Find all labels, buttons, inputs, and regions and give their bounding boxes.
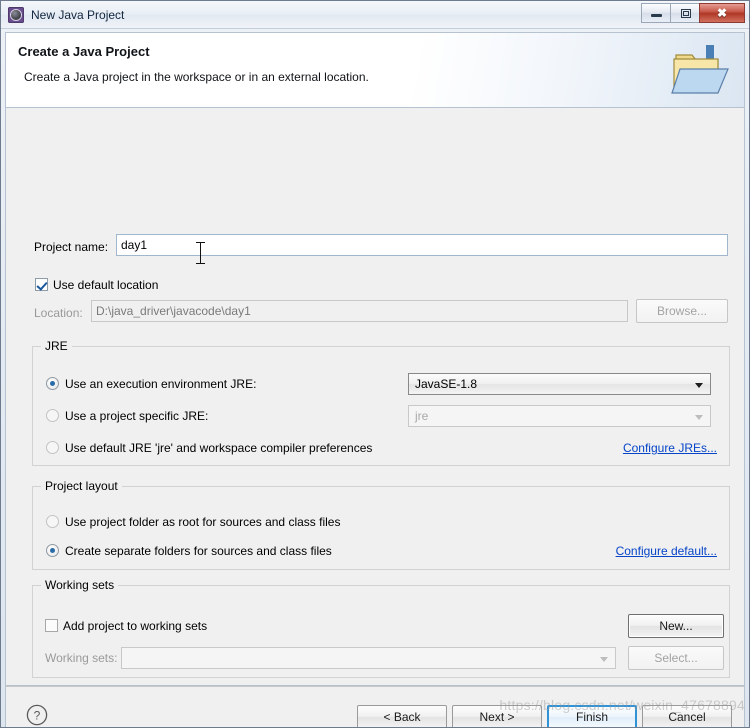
new-working-set-button[interactable]: New... [628, 614, 724, 638]
working-sets-combo[interactable] [121, 647, 616, 669]
page-title: Create a Java Project [18, 44, 150, 59]
radio-project-folder-root[interactable] [46, 515, 59, 528]
back-button[interactable]: < Back [357, 705, 447, 727]
page-description: Create a Java project in the workspace o… [24, 70, 369, 84]
project-name-label: Project name: [34, 240, 109, 254]
project-specific-jre-combo[interactable]: jre [408, 405, 711, 427]
radio-separate-folders[interactable] [46, 544, 59, 557]
execution-environment-combo[interactable]: JavaSE-1.8 [408, 373, 711, 395]
project-name-input[interactable] [116, 234, 728, 256]
chevron-down-icon [600, 657, 608, 662]
use-default-location-label: Use default location [53, 278, 159, 292]
svg-text:?: ? [34, 709, 41, 723]
location-label: Location: [34, 306, 83, 320]
project-layout-group: Project layout Use project folder as roo… [32, 479, 730, 570]
maximize-button[interactable] [670, 3, 699, 23]
add-project-to-working-sets-checkbox[interactable] [45, 619, 58, 632]
location-input[interactable] [91, 300, 628, 322]
radio-separate-folders-label: Create separate folders for sources and … [65, 544, 332, 558]
radio-project-specific-jre[interactable] [46, 409, 59, 422]
next-button[interactable]: Next > [452, 705, 542, 727]
window-title: New Java Project [31, 7, 125, 22]
chevron-down-icon [695, 383, 703, 388]
maximize-icon [681, 9, 691, 18]
select-working-set-button[interactable]: Select... [628, 646, 724, 670]
browse-button[interactable]: Browse... [636, 299, 728, 323]
add-project-to-working-sets-label: Add project to working sets [63, 619, 208, 633]
close-icon: ✖ [716, 6, 728, 20]
finish-button[interactable]: Finish [547, 705, 637, 727]
working-sets-group-title: Working sets [41, 578, 119, 592]
radio-default-jre-label: Use default JRE 'jre' and workspace comp… [65, 441, 373, 455]
help-icon[interactable]: ? [26, 704, 48, 726]
java-project-folder-icon [670, 41, 732, 101]
window-controls: ✖ [641, 3, 745, 23]
wizard-header: Create a Java Project Create a Java proj… [5, 32, 745, 108]
minimize-icon [651, 14, 662, 17]
configure-jres-link[interactable]: Configure JREs... [623, 441, 717, 455]
working-sets-group: Working sets Add project to working sets… [32, 578, 730, 678]
window-titlebar: New Java Project ✖ [1, 1, 749, 29]
wizard-body: Project name: Use default location Locat… [5, 108, 745, 712]
radio-execution-environment-jre[interactable] [46, 377, 59, 390]
jre-group: JRE Use an execution environment JRE: Ja… [32, 339, 730, 466]
working-sets-label: Working sets: [45, 651, 118, 665]
radio-execution-environment-jre-label: Use an execution environment JRE: [65, 377, 257, 391]
chevron-down-icon [695, 415, 703, 420]
dialog-footer: ? < Back Next > Finish Cancel [5, 686, 745, 727]
execution-environment-value: JavaSE-1.8 [415, 377, 478, 391]
close-button[interactable]: ✖ [699, 3, 745, 23]
jre-group-title: JRE [41, 339, 72, 353]
new-java-project-dialog: New Java Project ✖ Create a Java Project… [0, 0, 750, 728]
use-default-location-checkbox[interactable] [35, 278, 48, 291]
configure-default-link[interactable]: Configure default... [616, 544, 717, 558]
radio-project-specific-jre-label: Use a project specific JRE: [65, 409, 209, 423]
radio-project-folder-root-label: Use project folder as root for sources a… [65, 515, 341, 529]
eclipse-icon [8, 6, 24, 23]
project-layout-group-title: Project layout [41, 479, 122, 493]
radio-default-jre[interactable] [46, 441, 59, 454]
minimize-button[interactable] [641, 3, 670, 23]
cancel-button[interactable]: Cancel [642, 705, 732, 727]
project-specific-jre-value: jre [415, 409, 429, 423]
